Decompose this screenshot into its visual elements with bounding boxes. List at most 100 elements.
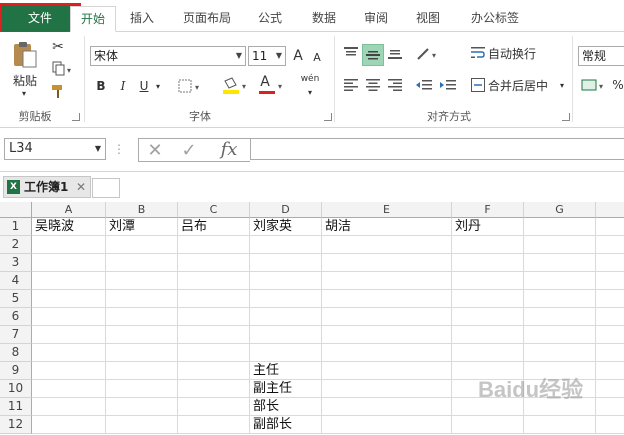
grid-cell[interactable] xyxy=(178,362,250,380)
select-all-corner[interactable] xyxy=(0,202,32,218)
decrease-indent-icon[interactable] xyxy=(414,76,434,94)
grid-cell[interactable] xyxy=(322,254,452,272)
cell-c1[interactable]: 吕布 xyxy=(178,218,250,236)
grid-cell[interactable] xyxy=(106,380,178,398)
grid-cell[interactable] xyxy=(32,236,106,254)
grid-cell[interactable] xyxy=(178,380,250,398)
tab-page-layout[interactable]: 页面布局 xyxy=(176,6,238,32)
grid-cell[interactable] xyxy=(250,326,322,344)
paste-dropdown-icon[interactable]: ▾ xyxy=(16,88,32,98)
cell-d1[interactable]: 刘家英 xyxy=(250,218,322,236)
column-header-b[interactable]: B xyxy=(106,202,178,218)
tab-home[interactable]: 开始 xyxy=(70,6,116,32)
cell-e1[interactable]: 胡洁 xyxy=(322,218,452,236)
row-header[interactable]: 2 xyxy=(0,236,32,254)
paste-icon[interactable] xyxy=(8,38,42,72)
grid-cell[interactable] xyxy=(106,272,178,290)
phonetic-dropdown-icon[interactable]: ▾ xyxy=(300,86,320,98)
grid-cell[interactable] xyxy=(106,416,178,434)
row-header[interactable]: 6 xyxy=(0,308,32,326)
cell-b1[interactable]: 刘潭 xyxy=(106,218,178,236)
row-header[interactable]: 7 xyxy=(0,326,32,344)
grid-cell[interactable] xyxy=(596,254,624,272)
grid-cell[interactable] xyxy=(322,380,452,398)
align-right-icon[interactable] xyxy=(386,76,404,94)
tab-data[interactable]: 数据 xyxy=(304,6,344,32)
row-header[interactable]: 3 xyxy=(0,254,32,272)
grid-cell[interactable] xyxy=(250,254,322,272)
grid-cell[interactable] xyxy=(106,326,178,344)
column-header-c[interactable]: C xyxy=(178,202,250,218)
grid-cell[interactable] xyxy=(178,344,250,362)
row-header[interactable]: 9 xyxy=(0,362,32,380)
column-header-e[interactable]: E xyxy=(322,202,452,218)
font-name-select[interactable]: 宋体 ▼ xyxy=(90,46,246,66)
enter-icon[interactable]: ✓ xyxy=(178,140,200,161)
shrink-font-button[interactable]: A xyxy=(310,48,324,66)
align-left-icon[interactable] xyxy=(342,76,360,94)
grid-cell[interactable] xyxy=(322,362,452,380)
grid-cell[interactable] xyxy=(322,290,452,308)
grid-cell[interactable] xyxy=(106,398,178,416)
grid-cell[interactable] xyxy=(32,416,106,434)
grid-cell[interactable] xyxy=(524,272,596,290)
column-header-a[interactable]: A xyxy=(32,202,106,218)
column-header-f[interactable]: F xyxy=(452,202,524,218)
currency-format-icon[interactable]: ▾ xyxy=(580,76,610,94)
merge-center-button[interactable]: 合并后居中 xyxy=(488,76,554,94)
merge-dropdown-icon[interactable]: ▾ xyxy=(556,76,568,94)
grid-cell[interactable] xyxy=(322,272,452,290)
phonetic-button[interactable]: wén xyxy=(298,72,322,86)
cell-a1[interactable]: 吴晓波 xyxy=(32,218,106,236)
grid-cell[interactable] xyxy=(250,236,322,254)
grid-cell[interactable] xyxy=(596,218,624,236)
grid-cell[interactable] xyxy=(32,398,106,416)
grid-cell[interactable] xyxy=(596,272,624,290)
new-workbook-tab[interactable] xyxy=(92,178,120,198)
grid-cell[interactable] xyxy=(250,308,322,326)
format-painter-icon[interactable] xyxy=(48,82,68,100)
cell-g1[interactable] xyxy=(524,218,596,236)
grid-cell[interactable] xyxy=(322,308,452,326)
grid-cell[interactable] xyxy=(178,398,250,416)
grid-cell[interactable] xyxy=(452,308,524,326)
underline-button[interactable]: U xyxy=(136,76,152,96)
grid-cell[interactable] xyxy=(106,236,178,254)
grid-cell[interactable] xyxy=(596,308,624,326)
tab-view[interactable]: 视图 xyxy=(408,6,448,32)
grid-cell[interactable] xyxy=(596,236,624,254)
tab-file[interactable]: 文件 xyxy=(0,4,80,32)
row-header[interactable]: 12 xyxy=(0,416,32,434)
formula-input[interactable] xyxy=(250,138,624,160)
tab-review[interactable]: 审阅 xyxy=(356,6,396,32)
grid-cell[interactable] xyxy=(524,326,596,344)
bold-button[interactable]: B xyxy=(92,76,110,96)
grid-cell[interactable] xyxy=(178,290,250,308)
row-header[interactable]: 11 xyxy=(0,398,32,416)
grid-cell[interactable] xyxy=(178,416,250,434)
grid-cell[interactable] xyxy=(32,272,106,290)
grid-cell[interactable] xyxy=(452,326,524,344)
number-format-select[interactable]: 常规 xyxy=(578,46,624,66)
workbook-tab[interactable]: X 工作簿1 ✕ xyxy=(3,176,91,198)
clipboard-launcher-icon[interactable] xyxy=(72,113,80,121)
grid-cell[interactable] xyxy=(106,254,178,272)
grid-cell[interactable] xyxy=(524,290,596,308)
align-middle-icon[interactable] xyxy=(362,44,384,66)
grid-cell[interactable] xyxy=(322,398,452,416)
grid-cell[interactable] xyxy=(322,344,452,362)
tab-insert[interactable]: 插入 xyxy=(120,6,164,32)
grid-cell[interactable] xyxy=(178,272,250,290)
tab-formulas[interactable]: 公式 xyxy=(250,6,290,32)
column-header-h[interactable] xyxy=(596,202,624,218)
cell-f1[interactable]: 刘丹 xyxy=(452,218,524,236)
font-launcher-icon[interactable] xyxy=(324,113,332,121)
grid-cell[interactable] xyxy=(452,290,524,308)
cell-d11[interactable]: 部长 xyxy=(250,398,322,416)
grid-cell[interactable] xyxy=(178,254,250,272)
cell-d10[interactable]: 副主任 xyxy=(250,380,322,398)
tab-office-tab[interactable]: 办公标签 xyxy=(464,6,526,32)
grid-cell[interactable] xyxy=(106,308,178,326)
grid-cell[interactable] xyxy=(452,344,524,362)
column-header-g[interactable]: G xyxy=(524,202,596,218)
